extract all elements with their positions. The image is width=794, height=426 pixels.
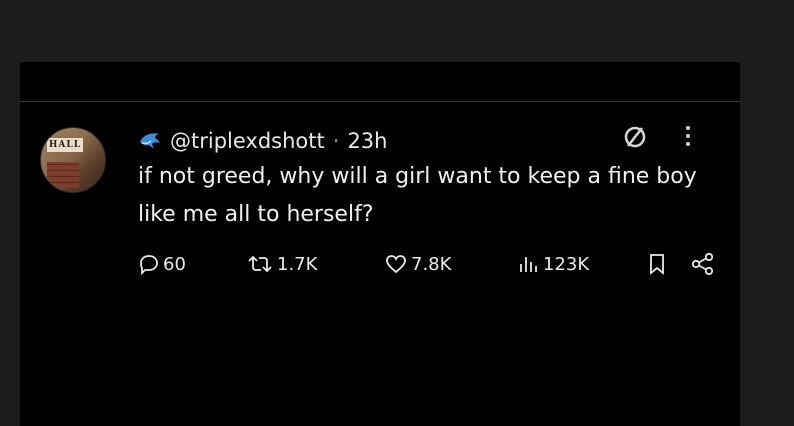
views-count: 123K: [543, 253, 590, 275]
dolphin-icon: [138, 130, 164, 152]
bookmark-button[interactable]: [646, 248, 668, 280]
tweet-header: @triplexdshott · 23h: [138, 126, 387, 156]
tweet-text: if not greed, why will a girl want to ke…: [138, 164, 697, 227]
tweet-card: HALL @triplexdshott · 23h if not greed, …: [20, 62, 740, 426]
divider: [20, 101, 740, 102]
bar-chart-icon: [516, 253, 540, 275]
share-button[interactable]: [690, 248, 716, 280]
repost-count: 1.7K: [277, 253, 318, 275]
user-handle[interactable]: @triplexdshott: [170, 129, 325, 153]
views-button[interactable]: 123K: [516, 248, 589, 280]
reply-count: 60: [163, 253, 186, 275]
reply-button[interactable]: 60: [138, 248, 186, 280]
share-icon: [690, 252, 716, 276]
heart-icon: [384, 253, 408, 275]
timestamp[interactable]: 23h: [347, 129, 387, 153]
avatar-sign-text: HALL: [47, 138, 83, 152]
repost-button[interactable]: 1.7K: [246, 248, 317, 280]
like-button[interactable]: 7.8K: [384, 248, 451, 280]
repost-icon: [246, 253, 274, 275]
reply-bubble-icon: [138, 253, 160, 275]
more-vertical-icon[interactable]: [676, 122, 700, 152]
separator-dot: ·: [332, 129, 340, 153]
like-count: 7.8K: [411, 253, 452, 275]
tweet-actions: 60 1.7K 7.8K 123K: [138, 248, 738, 280]
bookmark-icon: [646, 252, 668, 276]
avatar-brick-wall: [47, 162, 79, 188]
avatar[interactable]: HALL: [40, 127, 106, 193]
slashed-circle-icon[interactable]: [620, 122, 650, 152]
